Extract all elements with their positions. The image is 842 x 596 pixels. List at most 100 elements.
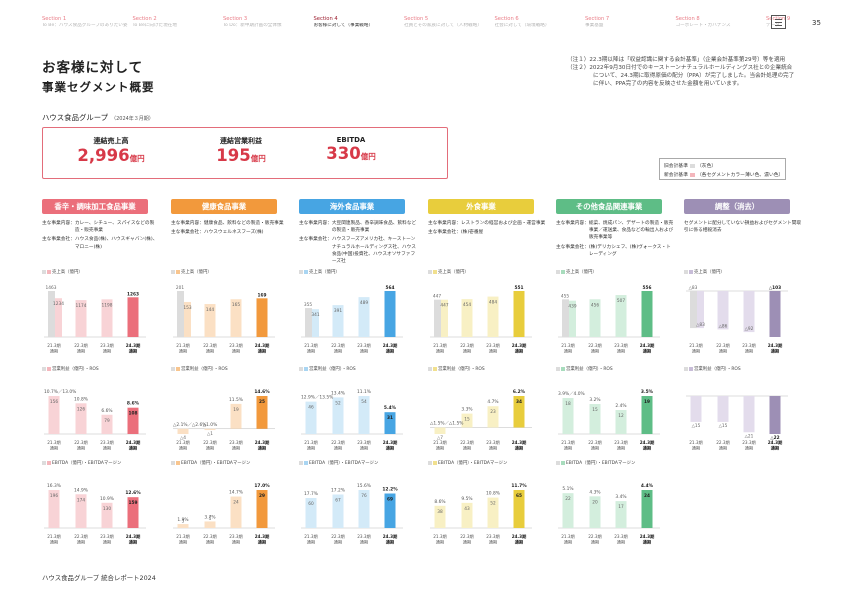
year-tick-label: 通期 bbox=[436, 348, 444, 355]
year-tick-label: 通期 bbox=[617, 539, 625, 546]
year-tick-label: 通期 bbox=[258, 539, 266, 546]
percentage-label: 1.9% bbox=[177, 517, 188, 523]
sales-chart-label: 売上高（億円） bbox=[428, 269, 469, 275]
nav-item-section-7[interactable]: Section 7 事業基盤 bbox=[585, 16, 671, 29]
nav-item-section-8[interactable]: Section 8 コーポレート・ガバナンス bbox=[676, 16, 762, 29]
op-value-label: △15 bbox=[719, 423, 728, 429]
chart-series-label: 売上高（億円） bbox=[181, 270, 212, 275]
ebitda-value-label: 69 bbox=[387, 497, 393, 503]
year-tick-label: 通期 bbox=[103, 348, 111, 355]
description-row: 主な事業内容： レストランの経営および企画・運営事業 bbox=[428, 220, 546, 227]
swatch-icon bbox=[304, 460, 308, 465]
description-row: 主な事業内容： カレー、シチュー、スパイスなどの製造・販売事業 bbox=[42, 220, 160, 234]
op-chart-label: 営業利益（億円）・ROS bbox=[684, 366, 741, 372]
year-tick-label: 通期 bbox=[103, 445, 111, 452]
menu-icon[interactable] bbox=[771, 15, 786, 29]
kpi-ebitda: EBITDA 330億円 bbox=[296, 136, 406, 164]
page-number: 35 bbox=[812, 19, 821, 27]
percentage-label: 14.9% bbox=[74, 487, 88, 493]
description-value: (株)壱番屋 bbox=[460, 230, 484, 236]
year-tick-label: 通期 bbox=[50, 539, 58, 546]
swatch-icon bbox=[171, 460, 175, 465]
sales-chart: 14631234 1174 1198126321.3期通期22.3期通期23.3期通… bbox=[44, 285, 146, 355]
sales-bar bbox=[384, 291, 396, 337]
nav-item-section-1[interactable]: Section 1 To Be：ハウス食品グループのありたい姿 bbox=[42, 16, 128, 29]
year-tick-label: 通期 bbox=[206, 445, 214, 452]
ebitda-value-label: 29 bbox=[259, 493, 265, 499]
sales-value-label: 153 bbox=[183, 305, 191, 311]
op-chart: 181512193.9%／4.0%3.2%2.4%3.5%21.3期通期22.3… bbox=[558, 389, 660, 452]
description-value: レストランの経営および企画・運営事業 bbox=[460, 221, 546, 226]
description-key: 主な事業会社： bbox=[171, 230, 204, 236]
description-key: 主な事業会社： bbox=[42, 237, 75, 243]
swatch-icon bbox=[42, 269, 46, 274]
sales-value-label: 144 bbox=[206, 307, 214, 313]
ebitda-chart-label: EBITDA（億円）・EBITDAマージン bbox=[556, 460, 635, 466]
nav-item-section-2[interactable]: Section 2 To Beに向けた現在地 bbox=[133, 16, 219, 29]
year-tick-label: 通期 bbox=[489, 348, 497, 355]
sales-bar bbox=[513, 291, 525, 337]
ebitda-chart-label: EBITDA（億円）・EBITDAマージン bbox=[299, 460, 378, 466]
chart-series-label: 売上高（億円） bbox=[694, 270, 725, 275]
nav-item-section-3[interactable]: Section 3 To Do：新中期計画の全体像 bbox=[223, 16, 309, 29]
ebitda-value-label: 174 bbox=[77, 497, 85, 503]
nav-item-section-6[interactable]: Section 6 社会に対して（環境戦略） bbox=[495, 16, 581, 29]
year-tick-label: 通期 bbox=[77, 445, 85, 452]
description-key: 主な事業内容： bbox=[556, 221, 589, 226]
percentage-label: 14.7% bbox=[229, 490, 243, 496]
segment-description: 主な事業内容： レストランの経営および企画・運営事業 主な事業会社： (株)壱番屋 bbox=[428, 220, 546, 238]
nav-section-number: Section 2 bbox=[132, 16, 157, 22]
segment-header: 香辛・調味加工食品事業 bbox=[42, 199, 148, 214]
sales-value-label: 165 bbox=[232, 302, 240, 308]
chart-series-label: 営業利益（億円）・ROS bbox=[309, 367, 356, 372]
year-tick-label: 通期 bbox=[232, 445, 240, 452]
company-period: （2024年３月期） bbox=[111, 116, 154, 122]
description-value: ハウス食品(株)、ハウスギャバン(株)、マロニー(株) bbox=[74, 237, 158, 250]
year-tick-label: 通期 bbox=[334, 445, 342, 452]
year-tick-label: 通期 bbox=[515, 348, 523, 355]
op-value-label: 46 bbox=[308, 405, 314, 411]
kpi-value: 195 bbox=[216, 146, 251, 165]
year-tick-label: 通期 bbox=[258, 348, 266, 355]
description-row: セグメントに配分していない損益およびセグメント間取引に係る相殺消去 bbox=[684, 220, 802, 234]
percentage-label: 14.6% bbox=[254, 389, 270, 395]
op-chart-label: 営業利益（億円）・ROS bbox=[428, 366, 485, 372]
nav-section-number: Section 7 bbox=[585, 16, 610, 22]
op-chart-label: 営業利益（億円）・ROS bbox=[42, 366, 99, 372]
description-row: 主な事業内容： 総菜、焼成パン、デザートの製造・販売事業／運送業、食品などの輸出入… bbox=[556, 220, 674, 242]
note-2: （注２）2022年9月30日付でのキーストーンナチュラルホールディングス社との企… bbox=[567, 65, 795, 87]
year-tick-label: 通期 bbox=[179, 539, 187, 546]
segment-description: セグメントに配分していない損益およびセグメント間取引に係る相殺消去 bbox=[684, 220, 802, 236]
percentage-label: 11.1% bbox=[357, 389, 371, 395]
nav-section-title: コーポレート・ガバナンス bbox=[675, 23, 731, 28]
swatch-icon bbox=[556, 366, 560, 371]
swatch-icon bbox=[433, 460, 437, 465]
op-chart: △4△11925△2.1%／△2.6%△1.0%11.5%14.6%21.3期通… bbox=[173, 389, 275, 452]
segment-header: 外食事業 bbox=[428, 199, 534, 214]
percentage-label: 10.8% bbox=[486, 491, 500, 497]
ebitda-value-label: 65 bbox=[516, 493, 522, 499]
swatch-icon bbox=[42, 366, 46, 371]
ebitda-chart: 19617413015916.3%14.9%10.9%12.6%21.3期通期2… bbox=[44, 483, 146, 546]
op-bar bbox=[743, 396, 755, 433]
description-value: 健康食品、飲料などの製造・販売事業 bbox=[203, 221, 284, 226]
swatch-icon bbox=[176, 460, 180, 465]
segment-header: 海外食品事業 bbox=[299, 199, 405, 214]
op-bar bbox=[690, 396, 702, 422]
percentage-label: 10.7%／13.0% bbox=[44, 389, 76, 395]
nav-item-section-5[interactable]: Section 5 社員とその家族に対して（人材戦略） bbox=[404, 16, 490, 29]
chart-series-label: 営業利益（億円）・ROS bbox=[438, 367, 485, 372]
op-value-label: 156 bbox=[50, 399, 58, 405]
year-tick-label: 通期 bbox=[564, 348, 572, 355]
description-row: 主な事業会社： (株)壱番屋 bbox=[428, 229, 546, 236]
year-tick-label: 通期 bbox=[232, 348, 240, 355]
kpi-label: 連結売上高 bbox=[93, 137, 129, 145]
sales-value-label: 447 bbox=[440, 303, 448, 309]
sales-value-label: 391 bbox=[334, 308, 342, 314]
sales-value-label: 1198 bbox=[102, 302, 113, 308]
sales-bar bbox=[127, 297, 139, 337]
sales-value-label: △83 bbox=[689, 285, 698, 291]
nav-item-section-4[interactable]: Section 4 お客様に対して（事業戦略） bbox=[314, 16, 400, 29]
company-name: ハウス食品グループ bbox=[42, 113, 109, 122]
sales-chart: △83△83 △86△92△10321.3期通期22.3期通期23.3期通期24.… bbox=[686, 285, 788, 355]
